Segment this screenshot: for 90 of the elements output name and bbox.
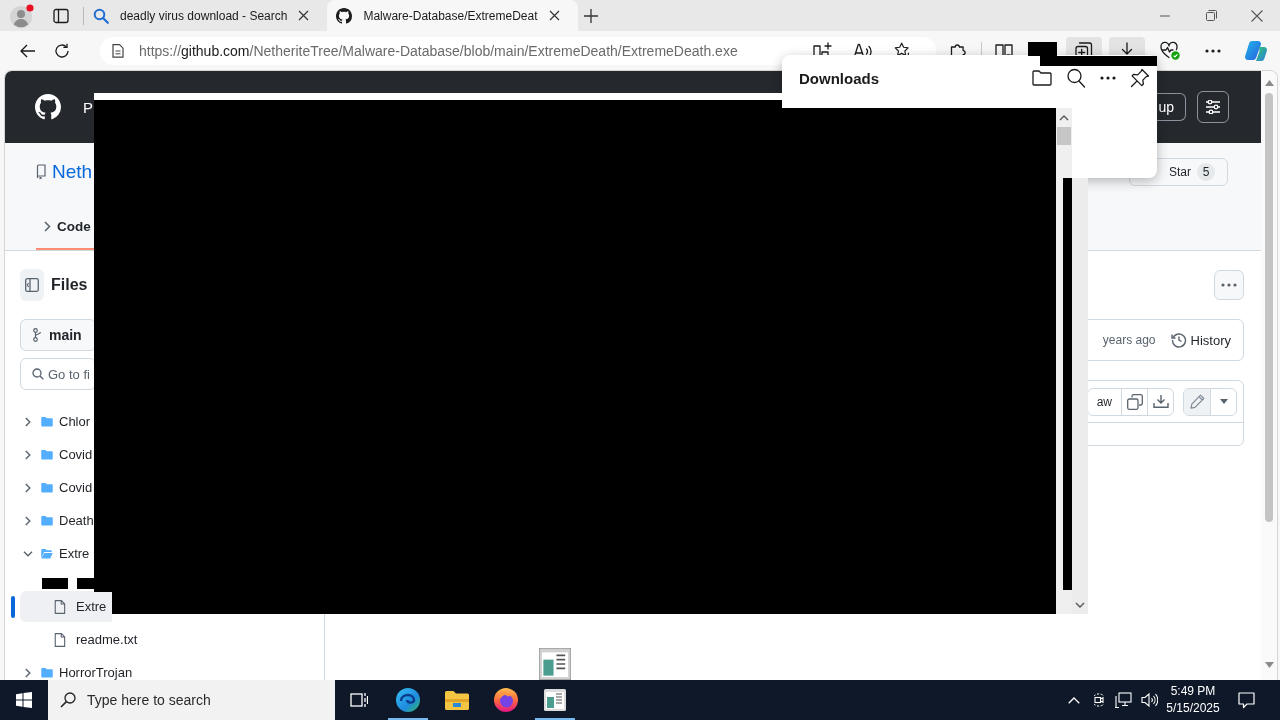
branch-button[interactable]: main bbox=[20, 319, 96, 351]
settings-button[interactable] bbox=[1197, 91, 1229, 123]
window-stack-icon[interactable] bbox=[350, 692, 368, 708]
window-sidebar-icon[interactable] bbox=[53, 7, 69, 24]
pin-icon[interactable] bbox=[1130, 68, 1150, 88]
clock-time: 5:49 PM bbox=[1170, 683, 1216, 700]
scrollbar-thumb[interactable] bbox=[1265, 93, 1273, 522]
file-search-field[interactable]: Go to fi bbox=[20, 358, 96, 390]
file-icon bbox=[54, 632, 66, 647]
tree-item[interactable]: Death bbox=[20, 505, 309, 536]
more-icon[interactable] bbox=[1205, 48, 1221, 53]
browser-tab[interactable]: deadly virus download - Search bbox=[84, 0, 328, 31]
caret-down-icon[interactable] bbox=[1219, 399, 1228, 404]
close-icon[interactable] bbox=[1251, 9, 1263, 22]
edit-button[interactable] bbox=[1184, 388, 1210, 415]
speaker-icon[interactable] bbox=[1141, 692, 1158, 708]
close-icon[interactable] bbox=[298, 10, 310, 21]
book-icon bbox=[36, 164, 46, 180]
branch-icon bbox=[33, 328, 42, 342]
four-panes-icon[interactable] bbox=[16, 692, 32, 708]
render-glitch bbox=[77, 578, 94, 589]
tree-item[interactable]: Covid bbox=[20, 439, 309, 470]
panel-title: Files bbox=[51, 276, 88, 294]
more-icon[interactable] bbox=[1100, 76, 1116, 80]
folder-icon[interactable] bbox=[444, 690, 469, 710]
caret-up-icon[interactable] bbox=[1264, 80, 1274, 86]
star-count: 5 bbox=[1197, 163, 1215, 181]
file-icon bbox=[54, 599, 66, 614]
selection-indicator bbox=[11, 595, 15, 618]
back-icon[interactable] bbox=[20, 43, 36, 58]
heart-pulse-icon bbox=[1160, 41, 1180, 60]
chevron-up-icon[interactable] bbox=[1059, 115, 1069, 121]
scrollbar-thumb[interactable] bbox=[1057, 127, 1071, 145]
flame-globe-icon[interactable] bbox=[493, 688, 518, 712]
panel-title: Downloads bbox=[799, 69, 879, 87]
window-chart-icon[interactable] bbox=[543, 689, 566, 711]
tree-item[interactable]: Chlor bbox=[20, 406, 309, 437]
swirl-logo-icon[interactable] bbox=[395, 688, 420, 712]
scrollbar[interactable] bbox=[1072, 178, 1088, 614]
repo-name-link[interactable]: Neth bbox=[52, 161, 93, 183]
profile-avatar-icon[interactable] bbox=[10, 3, 34, 28]
chevron-right-icon[interactable] bbox=[25, 449, 31, 460]
close-icon[interactable] bbox=[548, 10, 560, 21]
raw-button[interactable]: aw bbox=[1087, 388, 1121, 415]
render-glitch bbox=[42, 578, 68, 589]
clock-date: 5/15/2025 bbox=[1166, 700, 1220, 717]
search-input[interactable]: Go to fi bbox=[48, 366, 94, 382]
chevron-down-icon[interactable] bbox=[23, 550, 33, 557]
camera-icon[interactable] bbox=[1092, 692, 1106, 708]
cat-logo-icon bbox=[336, 7, 353, 24]
chevron-down-icon[interactable] bbox=[1075, 602, 1085, 608]
network-icon[interactable] bbox=[1115, 692, 1132, 708]
sidebar-toggle-button[interactable] bbox=[20, 269, 44, 301]
chevron-right-icon[interactable] bbox=[25, 667, 31, 678]
restore-icon[interactable] bbox=[1205, 10, 1217, 21]
search-input[interactable]: Type here to search bbox=[87, 692, 277, 708]
tree-item[interactable]: Extre bbox=[20, 591, 112, 622]
sliders-icon bbox=[1205, 100, 1221, 114]
search-icon[interactable] bbox=[1066, 68, 1086, 88]
cat-logo-icon[interactable] bbox=[35, 94, 61, 120]
copy-icon[interactable] bbox=[1126, 393, 1143, 410]
pencil-icon bbox=[1189, 394, 1205, 409]
tree-item[interactable]: readme.txt bbox=[20, 624, 309, 655]
folder-icon[interactable] bbox=[1032, 70, 1052, 86]
commit-age: years ago bbox=[1102, 333, 1156, 347]
chevron-right-icon[interactable] bbox=[25, 416, 31, 427]
tree-item[interactable]: Extre bbox=[20, 538, 309, 569]
download-icon[interactable] bbox=[1152, 394, 1169, 409]
sidebar-panel-icon bbox=[25, 278, 39, 292]
tree-item[interactable]: Covid bbox=[20, 472, 309, 503]
nav-menu-item[interactable]: P bbox=[83, 98, 93, 116]
search-icon bbox=[60, 692, 76, 708]
caret-down-icon[interactable] bbox=[1264, 662, 1274, 668]
clock-icon bbox=[1170, 332, 1187, 348]
window-chart-icon[interactable] bbox=[539, 648, 571, 680]
history-button[interactable]: History bbox=[1170, 332, 1231, 348]
chevron-right-icon[interactable] bbox=[25, 515, 31, 526]
refresh-icon[interactable] bbox=[54, 42, 70, 59]
browser-tab[interactable]: Malware-Database/ExtremeDeat bbox=[327, 0, 578, 31]
address-bar[interactable]: https://github.com/NetheriteTree/Malware-Database/blob/main/ExtremeDeath/ExtremeDeath.exe bbox=[100, 36, 936, 65]
ribbon-logo-icon bbox=[1244, 38, 1268, 63]
chevron-right-icon bbox=[44, 221, 51, 232]
plus-icon[interactable] bbox=[582, 7, 599, 24]
search-icon bbox=[32, 368, 44, 380]
search-icon bbox=[93, 7, 109, 24]
page-icon[interactable] bbox=[112, 43, 124, 58]
chevron-right-icon[interactable] bbox=[25, 482, 31, 493]
tree-item[interactable]: HorrorTrojan bbox=[20, 657, 309, 680]
taskbar-search-field[interactable]: Type here to search bbox=[48, 680, 335, 720]
chat-bubble-icon[interactable] bbox=[1238, 691, 1255, 709]
